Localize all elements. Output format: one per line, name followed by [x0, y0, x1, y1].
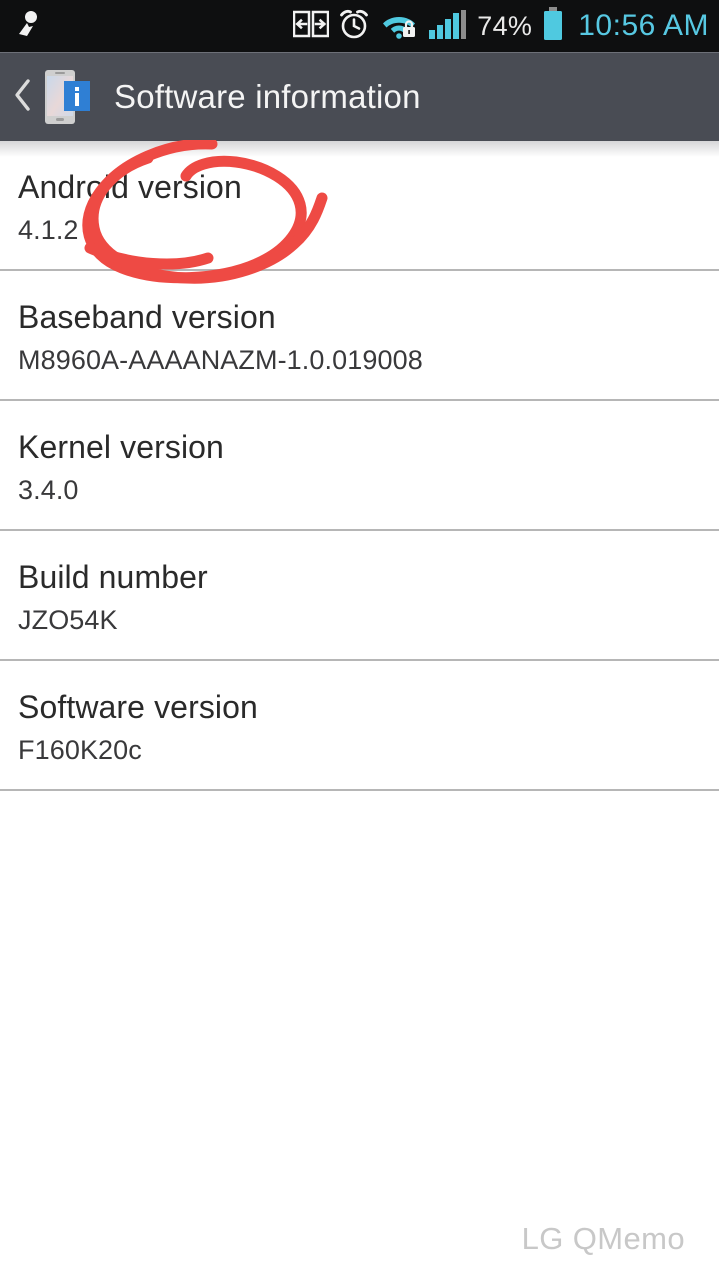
list-item-kernel-version[interactable]: Kernel version 3.4.0 — [0, 401, 719, 531]
list-item-value: 4.1.2 — [18, 215, 79, 245]
list-item-title: Android version — [18, 169, 242, 205]
back-button[interactable] — [8, 67, 38, 127]
alarm-clock-icon — [338, 8, 370, 45]
device-info-icon — [40, 68, 94, 126]
chevron-left-icon — [13, 77, 33, 118]
list-item-value: F160K20c — [18, 735, 142, 765]
qmemo-watermark: LG QMemo — [521, 1221, 685, 1256]
list-item-title: Build number — [18, 559, 208, 595]
notification-person-icon — [16, 9, 40, 44]
page-title: Software information — [114, 78, 421, 115]
list-item-build-number[interactable]: Build number JZO54K — [0, 531, 719, 661]
list-item-value: 3.4.0 — [18, 475, 79, 505]
list-item-software-version[interactable]: Software version F160K20c — [0, 661, 719, 791]
list-item-title: Baseband version — [18, 299, 276, 335]
status-bar-icons: 74% 10:56 AM — [293, 6, 709, 46]
action-bar: Software information — [0, 52, 719, 141]
battery-percent-label: 74% — [477, 10, 533, 41]
list-item-android-version[interactable]: Android version 4.1.2 — [0, 141, 719, 271]
software-info-list: Android version 4.1.2 Baseband version M… — [0, 141, 719, 791]
wifi-secured-icon — [379, 8, 419, 45]
list-item-value: M8960A-AAAANAZM-1.0.019008 — [18, 345, 423, 375]
list-item-value: JZO54K — [18, 605, 118, 635]
signal-bars-icon — [428, 8, 468, 45]
status-bar-clock: 10:56 AM — [578, 9, 709, 42]
list-item-title: Software version — [18, 689, 258, 725]
list-item-title: Kernel version — [18, 429, 224, 465]
status-bar: 74% 10:56 AM — [0, 0, 719, 52]
list-item-baseband-version[interactable]: Baseband version M8960A-AAAANAZM-1.0.019… — [0, 271, 719, 401]
phone-screen: 74% 10:56 AM Software information Androi… — [0, 0, 719, 1279]
battery-icon — [541, 6, 565, 46]
status-bar-notifications — [16, 9, 293, 44]
data-transfer-icon — [293, 9, 330, 44]
